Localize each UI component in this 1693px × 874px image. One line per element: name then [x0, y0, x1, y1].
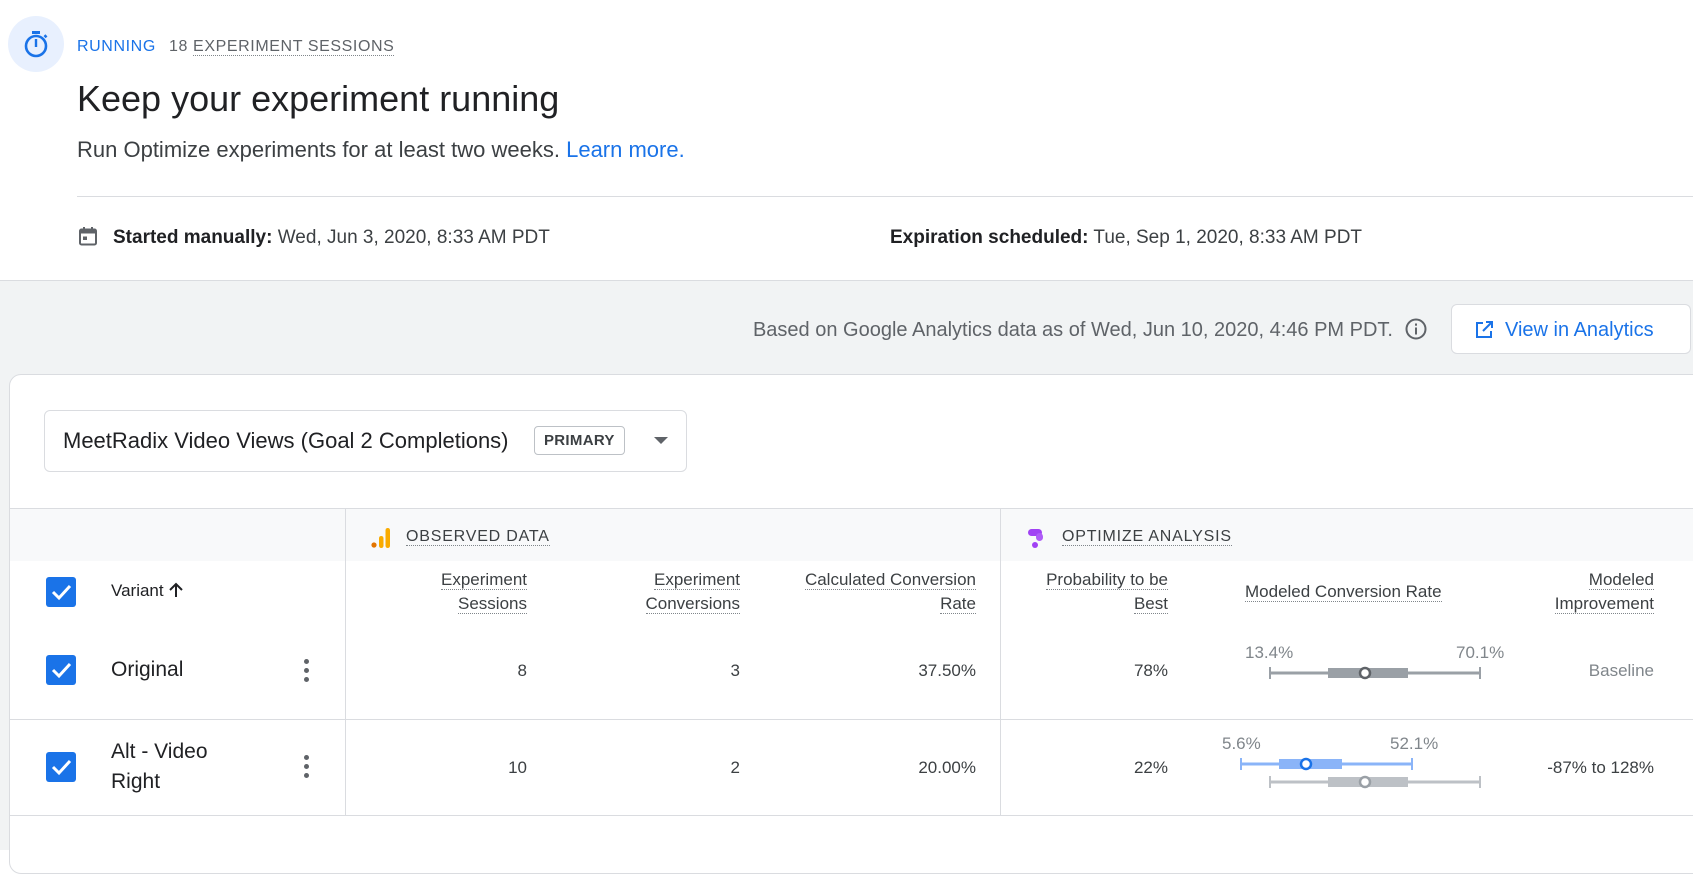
- sessions-value: 8: [517, 661, 527, 680]
- ci-plot-original: [1269, 666, 1481, 680]
- check-icon: [51, 662, 72, 679]
- conversions-value: 2: [730, 758, 740, 777]
- group-optimize-analysis: OPTIMIZE ANALYSIS: [1062, 528, 1232, 546]
- header-divider: [77, 196, 1693, 197]
- calendar-icon: [78, 226, 98, 251]
- more-vert-icon[interactable]: [304, 659, 310, 686]
- sessions-header-line2: Sessions: [458, 594, 527, 614]
- view-in-analytics-button[interactable]: View in Analytics: [1451, 304, 1691, 354]
- conversions-header-line1: Experiment: [654, 570, 740, 590]
- conversions-header-line2: Conversions: [645, 594, 740, 614]
- improvement-column-header[interactable]: Modeled Improvement: [1554, 568, 1654, 616]
- probability-value: 78%: [1133, 661, 1168, 680]
- objective-select[interactable]: MeetRadix Video Views (Goal 2 Completion…: [44, 410, 687, 472]
- check-icon: [51, 759, 72, 776]
- sessions-count: 18: [169, 38, 188, 55]
- check-icon: [51, 584, 72, 601]
- expiry-value: Tue, Sep 1, 2020, 8:33 AM PDT: [1093, 227, 1363, 248]
- objective-label: MeetRadix Video Views (Goal 2 Completion…: [63, 428, 509, 453]
- rate-header-line2: Rate: [940, 594, 976, 614]
- probability-header-line1: Probability to be: [1046, 570, 1168, 590]
- sort-arrow-up-icon: [169, 582, 184, 597]
- modeled-rate-column-header[interactable]: Modeled Conversion Rate: [1245, 580, 1442, 604]
- analytics-icon: [371, 527, 391, 554]
- variant-checkbox-alt[interactable]: [46, 752, 76, 782]
- started-info: Started manually: Wed, Jun 3, 2020, 8:33…: [113, 227, 550, 249]
- column-divider: [1000, 509, 1001, 816]
- probability-header-line2: Best: [1133, 594, 1168, 614]
- learn-more-link[interactable]: Learn more.: [566, 137, 685, 162]
- external-link-icon: [1476, 321, 1493, 338]
- group-observed-label: OBSERVED DATA: [406, 528, 550, 546]
- expiry-info: Expiration scheduled: Tue, Sep 1, 2020, …: [890, 227, 1362, 249]
- rate-header-line1: Calculated Conversion: [804, 570, 976, 590]
- group-observed-data: OBSERVED DATA: [406, 528, 550, 546]
- sessions-header-line1: Experiment: [441, 570, 527, 590]
- improvement-header-line1: Modeled: [1588, 570, 1654, 590]
- page-title: Keep your experiment running: [77, 78, 560, 119]
- variant-name-line1: Alt - Video: [111, 740, 208, 763]
- optimize-icon: [1027, 527, 1047, 554]
- conversions-value: 3: [730, 661, 740, 680]
- variant-header-label: Variant: [111, 581, 164, 600]
- variant-column-header[interactable]: Variant: [111, 581, 184, 601]
- table-group-header: [10, 509, 1693, 561]
- probability-value: 22%: [1133, 758, 1168, 777]
- view-in-analytics-label: View in Analytics: [1505, 319, 1654, 341]
- subtitle-text: Run Optimize experiments for at least tw…: [77, 137, 560, 162]
- dropdown-arrow-icon: [654, 437, 668, 444]
- info-icon[interactable]: [1404, 317, 1428, 346]
- expiry-label: Expiration scheduled:: [890, 227, 1089, 248]
- sessions-column-header[interactable]: Experiment Sessions: [441, 568, 527, 616]
- sessions-summary[interactable]: 18 EXPERIMENT SESSIONS: [169, 38, 395, 56]
- variant-name-line2: Right: [111, 770, 161, 793]
- variant-checkbox-original[interactable]: [46, 655, 76, 685]
- row-divider: [10, 719, 1693, 720]
- improvement-value: -87% to 128%: [1547, 758, 1654, 777]
- improvement-value: Baseline: [1588, 661, 1654, 680]
- variant-name[interactable]: Alt - Video Right: [111, 737, 208, 797]
- timer-icon: [24, 31, 48, 58]
- conversions-column-header[interactable]: Experiment Conversions: [645, 568, 740, 616]
- column-divider: [345, 509, 346, 816]
- sessions-value: 10: [508, 758, 527, 777]
- ci-low-label: 5.6%: [1222, 734, 1261, 753]
- page-subtitle: Run Optimize experiments for at least tw…: [77, 137, 685, 163]
- ci-low-label: 13.4%: [1245, 643, 1294, 662]
- rate-value: 20.00%: [918, 758, 976, 777]
- probability-column-header[interactable]: Probability to be Best: [1046, 568, 1168, 616]
- status-label: RUNNING: [77, 38, 156, 55]
- more-vert-icon[interactable]: [304, 755, 310, 782]
- rate-value: 37.50%: [918, 661, 976, 680]
- group-optimize-label: OPTIMIZE ANALYSIS: [1062, 528, 1232, 546]
- started-value: Wed, Jun 3, 2020, 8:33 AM PDT: [277, 227, 550, 248]
- select-all-checkbox[interactable]: [46, 577, 76, 607]
- ci-plot-alt: [1240, 757, 1481, 789]
- improvement-header-line2: Improvement: [1554, 594, 1654, 614]
- variant-name[interactable]: Original: [111, 655, 183, 685]
- row-divider: [10, 815, 1693, 816]
- modeled-rate-header-label: Modeled Conversion Rate: [1245, 582, 1442, 602]
- ci-high-label: 70.1%: [1456, 643, 1505, 662]
- rate-column-header[interactable]: Calculated Conversion Rate: [804, 568, 976, 616]
- started-label: Started manually:: [113, 227, 273, 248]
- timer-badge: [8, 16, 64, 72]
- primary-badge: PRIMARY: [534, 426, 625, 455]
- ci-high-label: 52.1%: [1390, 734, 1439, 753]
- data-freshness-text: Based on Google Analytics data as of Wed…: [752, 319, 1393, 341]
- sessions-label: EXPERIMENT SESSIONS: [193, 38, 395, 56]
